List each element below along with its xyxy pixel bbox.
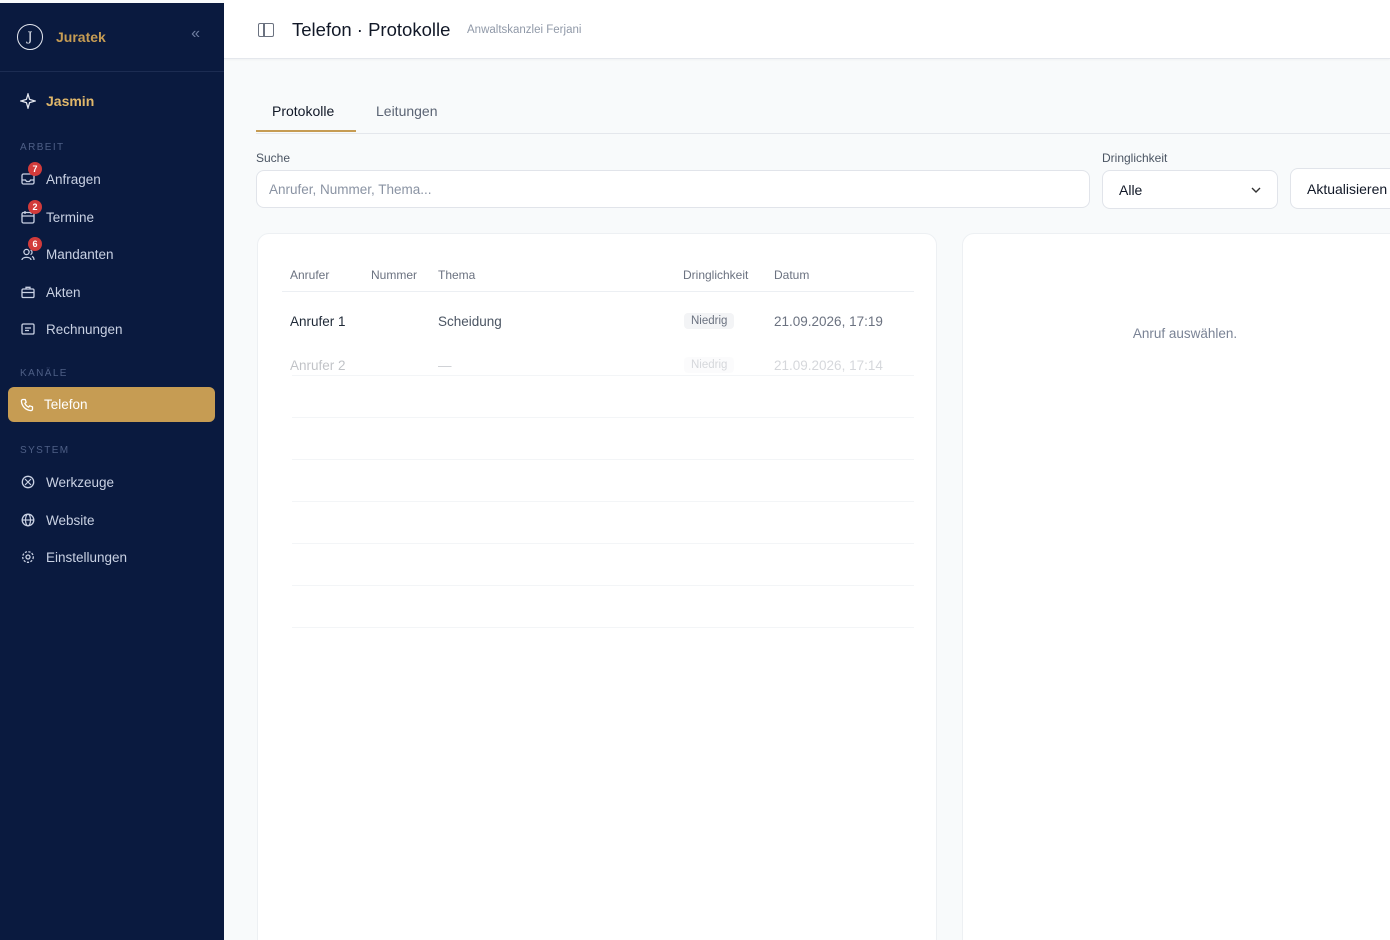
tab-protokolle[interactable]: Protokolle: [272, 103, 334, 119]
sidebar-item-label: Akten: [46, 284, 81, 300]
chevron-down-icon: [1251, 184, 1261, 196]
search-label: Suche: [256, 151, 291, 165]
receipt-icon: [20, 321, 36, 337]
top-header: Telefon · Protokolle Anwaltskanzlei Ferj…: [224, 0, 1390, 59]
sidebar-item-werkzeuge[interactable]: Werkzeuge: [20, 472, 114, 492]
sidebar-item-label: Website: [46, 512, 95, 528]
row-divider: [292, 543, 914, 544]
badge-anfragen: 7: [28, 162, 42, 176]
badge-termine: 2: [28, 200, 42, 214]
column-header-caller: Anrufer: [290, 268, 330, 282]
brand-name: Juratek: [56, 29, 106, 45]
section-label-work: ARBEIT: [20, 142, 65, 153]
brand-logo-letter: J: [27, 29, 33, 45]
active-tab-indicator: [256, 130, 356, 132]
column-header-date: Datum: [774, 268, 810, 282]
page-subtitle: Anwaltskanzlei Ferjani: [467, 24, 582, 36]
phone-icon: [20, 398, 34, 412]
detail-empty-state: Anruf auswählen.: [1132, 326, 1238, 341]
column-header-number: Nummer: [371, 268, 418, 282]
cell-caller: Anrufer 1: [290, 314, 346, 329]
badge-mandanten: 6: [28, 237, 42, 251]
row-divider: [292, 627, 914, 628]
call-detail-panel: Anruf auswählen.: [962, 233, 1390, 940]
globe-icon: [20, 512, 36, 528]
sidebar-item-label: Telefon: [44, 397, 88, 412]
sidebar-item-termine[interactable]: 2 Termine: [20, 200, 95, 227]
refresh-button[interactable]: Aktualisieren: [1290, 168, 1390, 209]
urgency-badge: Niedrig: [684, 357, 735, 373]
call-list-panel: Anrufer Nummer Thema Dringlichkeit Datum…: [257, 233, 937, 940]
cell-date: 21.09.2026, 17:14: [774, 358, 883, 373]
inbox-icon: 7: [20, 162, 42, 187]
search-input[interactable]: [256, 170, 1090, 208]
section-label-channels: KANÄLE: [20, 368, 68, 379]
tools-icon: [20, 474, 36, 490]
sidebar-item-label: Mandanten: [46, 246, 114, 262]
sidebar-item-mandanten[interactable]: 6 Mandanten: [20, 237, 114, 264]
sidebar: J Juratek « Jasmin ARBEIT 7 Anfragen 2 T…: [0, 3, 224, 940]
tab-bar: Protokolle Leitungen: [256, 95, 1390, 134]
sidebar-item-label: Anfragen: [46, 171, 101, 187]
toggle-panel-icon[interactable]: [258, 23, 274, 37]
section-label-system: SYSTEM: [20, 445, 70, 456]
table-row[interactable]: Anrufer 2 — Niedrig 21.09.2026, 17:14: [282, 345, 914, 387]
users-icon: 6: [20, 237, 42, 262]
row-divider: [292, 459, 914, 460]
calendar-icon: 2: [20, 200, 42, 225]
urgency-select[interactable]: Alle: [1102, 170, 1278, 209]
urgency-select-value: Alle: [1119, 181, 1143, 198]
sidebar-item-rechnungen[interactable]: Rechnungen: [20, 319, 123, 339]
sidebar-item-website[interactable]: Website: [20, 510, 95, 530]
cell-caller: Anrufer 2: [290, 358, 346, 373]
sidebar-item-akten[interactable]: Akten: [20, 282, 81, 302]
sidebar-item-einstellungen[interactable]: Einstellungen: [20, 547, 127, 567]
gear-icon: [20, 549, 36, 565]
table-row[interactable]: Anrufer 1 Scheidung Niedrig 21.09.2026, …: [282, 301, 914, 343]
column-header-urgency: Dringlichkeit: [683, 268, 749, 282]
sidebar-item-label: Einstellungen: [46, 549, 128, 565]
assistant-link[interactable]: Jasmin: [18, 91, 95, 111]
collapse-sidebar-icon[interactable]: «: [191, 25, 200, 43]
page-title: Telefon · Protokolle: [292, 19, 451, 40]
cell-date: 21.09.2026, 17:19: [774, 314, 883, 329]
cell-topic: —: [438, 358, 452, 373]
sidebar-item-label: Rechnungen: [46, 321, 123, 337]
brand: J Juratek «: [0, 3, 224, 72]
header-divider: [282, 291, 914, 292]
sparkle-icon: [18, 91, 38, 111]
row-divider: [292, 501, 914, 502]
sidebar-item-label: Termine: [46, 209, 95, 225]
row-divider: [292, 585, 914, 586]
row-divider: [292, 375, 914, 376]
sidebar-item-anfragen[interactable]: 7 Anfragen: [20, 162, 101, 189]
brand-logo-icon: J: [17, 24, 43, 50]
urgency-badge: Niedrig: [684, 313, 735, 329]
urgency-label: Dringlichkeit: [1102, 151, 1168, 165]
briefcase-icon: [20, 284, 36, 300]
column-header-topic: Thema: [438, 268, 476, 282]
tab-leitungen[interactable]: Leitungen: [376, 103, 438, 119]
assistant-label: Jasmin: [46, 93, 95, 109]
sidebar-item-telefon[interactable]: Telefon: [8, 387, 215, 422]
row-divider: [292, 417, 914, 418]
sidebar-item-label: Werkzeuge: [46, 474, 115, 490]
cell-topic: Scheidung: [438, 314, 502, 329]
